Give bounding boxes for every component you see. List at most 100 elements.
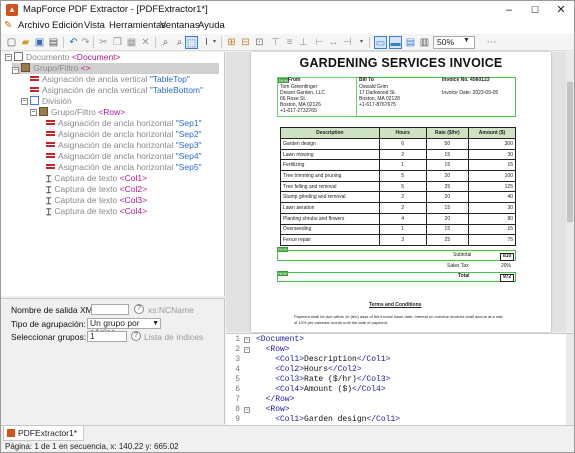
fold-toggle-icon[interactable]: −	[244, 347, 250, 353]
pdf-extractor-file-icon	[7, 429, 15, 437]
status-bar: Página: 1 de 1 en secuencia, x: 140.22 y…	[1, 441, 574, 452]
collapse-toggle[interactable]: −	[12, 67, 19, 74]
insert-anchor-icon[interactable]: ⊡	[253, 36, 266, 49]
paste-icon[interactable]: ▦	[125, 36, 138, 49]
chevron-down-icon[interactable]: ▾	[355, 36, 368, 49]
maximize-button[interactable]: ☐	[522, 1, 548, 19]
new-file-icon[interactable]: ▢	[5, 36, 18, 49]
align-bottom-icon[interactable]: ⊥	[297, 36, 310, 49]
xml-vertical-scrollbar[interactable]	[566, 334, 574, 426]
total-label: Total	[458, 273, 470, 279]
tree-node-col3[interactable]: ⌶ Captura de texto <Col3>	[46, 195, 147, 206]
tree-node-sep4[interactable]: Asignación de ancla horizontal "Sep4"	[46, 151, 202, 162]
close-button[interactable]: ✕	[548, 1, 574, 19]
view-layout-icon[interactable]: ▭	[374, 36, 387, 49]
cut-icon[interactable]: ✂	[97, 36, 110, 49]
align-right-icon[interactable]: ⊣	[341, 36, 354, 49]
cell-rate: 15	[425, 223, 469, 236]
app-menu-icon[interactable]: ✎	[4, 20, 15, 31]
collapse-toggle[interactable]: −	[5, 54, 12, 61]
group-filter-icon	[39, 107, 48, 116]
tree-node-division[interactable]: División	[30, 96, 72, 107]
xml-output-view[interactable]: 1− <Document> 2− <Row> 3 <Col1>Descriptio…	[226, 333, 574, 426]
tree-node-label: Asignación de ancla vertical	[42, 85, 148, 95]
col-header-description: Description	[280, 127, 380, 139]
tree-node-label: Asignación de ancla horizontal	[58, 129, 174, 139]
redo-icon[interactable]: ↷	[79, 36, 92, 49]
tree-node-col1[interactable]: ⌶ Captura de texto <Col1>	[46, 173, 147, 184]
chevron-down-icon[interactable]: ▾	[208, 36, 221, 49]
tree-node-col2[interactable]: ⌶ Captura de texto <Col2>	[46, 184, 147, 195]
cell-description: Overseeding	[280, 223, 380, 236]
help-icon[interactable]: ?	[134, 304, 144, 314]
scroll-up-icon[interactable]	[567, 338, 573, 341]
cell-description: Fence repair	[280, 234, 380, 246]
tree-node-group-filter[interactable]: − Grupo/Filtro <>	[12, 63, 219, 74]
align-top-icon[interactable]: ⊤	[269, 36, 282, 49]
scrollbar-thumb[interactable]	[567, 82, 573, 222]
align-middle-icon[interactable]: ≡	[283, 36, 296, 49]
collapse-toggle[interactable]: −	[30, 109, 37, 116]
tree-node-sep1[interactable]: Asignación de ancla horizontal "Sep1"	[46, 118, 202, 129]
menu-ventanas[interactable]: Ventanas	[160, 20, 200, 31]
table-bottom-anchor-box[interactable]	[277, 272, 516, 282]
view-xml-icon[interactable]: ▤	[404, 36, 417, 49]
cell-description: Stump grinding and removal	[280, 191, 380, 204]
table-row: Fence repair 3 25 75	[280, 234, 517, 246]
view-pdf-icon[interactable]: ▬	[389, 36, 402, 49]
align-left-icon[interactable]: ⊢	[313, 36, 326, 49]
fold-toggle-icon[interactable]: −	[244, 407, 250, 413]
grouping-select[interactable]: Un grupo por página▼	[87, 318, 161, 337]
insert-group-icon[interactable]: ⊞	[225, 36, 238, 49]
subtotal-row-box[interactable]	[277, 250, 516, 261]
table-row: Planting shrubs and flowers 4 20 80	[280, 212, 517, 225]
find-icon[interactable]: ⌕	[159, 36, 172, 49]
tab-pdfextractor1[interactable]: PDFExtractor1*	[3, 426, 85, 441]
xml-name-input[interactable]	[91, 304, 129, 315]
menu-ayuda[interactable]: Ayuda	[198, 20, 225, 31]
help-icon[interactable]: ?	[131, 331, 141, 341]
tree-node-sep2[interactable]: Asignación de ancla horizontal "Sep2"	[46, 129, 202, 140]
horizontal-anchor-icon	[46, 142, 55, 147]
tree-node-col4[interactable]: ⌶ Captura de texto <Col4>	[46, 206, 147, 217]
invoice-table[interactable]: Description Hours Rate ($/hr) Amount ($)…	[280, 127, 517, 246]
select-groups-input[interactable]: 1	[87, 331, 127, 342]
menu-herramientas[interactable]: Herramientas	[109, 20, 166, 31]
align-center-icon[interactable]: ↔	[327, 36, 340, 49]
copy-icon[interactable]: ❐	[111, 36, 124, 49]
chevron-down-icon[interactable]: ▼	[463, 37, 470, 44]
collapse-toggle[interactable]: −	[21, 98, 28, 105]
pdf-page[interactable]: GARDENING SERVICES INVOICE New From Tom …	[251, 52, 551, 332]
subtotal-value: 810	[500, 253, 515, 261]
menu-vista[interactable]: Vista	[84, 20, 105, 31]
select-tool-icon[interactable]: ⬚	[185, 36, 198, 49]
tree-node-sep5[interactable]: Asignación de ancla horizontal "Sep5"	[46, 162, 202, 173]
tree-node-element: <Col1>	[119, 173, 148, 183]
save-icon[interactable]: ▣	[33, 36, 46, 49]
menu-edicion[interactable]: Edición	[52, 20, 83, 31]
line-number: 4	[235, 365, 240, 374]
view-split-icon[interactable]: ▥	[418, 36, 431, 49]
xml-code: <Row>	[256, 405, 290, 414]
tree-node-anchor-top[interactable]: Asignación de ancla vertical "TableTop"	[30, 74, 190, 85]
group-filter-icon	[21, 63, 31, 72]
cell-amount: 30	[467, 202, 517, 214]
menu-archivo[interactable]: Archivo	[18, 20, 50, 31]
minimize-button[interactable]: –	[496, 1, 522, 19]
delete-icon[interactable]: ✕	[139, 36, 152, 49]
tree-node-document[interactable]: Documento <Document>	[14, 52, 121, 63]
fold-toggle-icon[interactable]: −	[244, 337, 250, 343]
tree-node-value: "Sep5"	[175, 162, 202, 172]
cell-hours: 2	[378, 202, 427, 214]
vertical-scrollbar[interactable]	[566, 52, 574, 332]
tree-node-sep3[interactable]: Asignación de ancla horizontal "Sep3"	[46, 140, 202, 151]
chevron-down-icon: ▼	[152, 320, 159, 327]
col-header-amount: Amount ($)	[467, 127, 517, 139]
tree-node-row-group[interactable]: Grupo/Filtro <Row>	[39, 107, 125, 118]
insert-split-icon[interactable]: ⊟	[239, 36, 252, 49]
tree-node-anchor-bottom[interactable]: Asignación de ancla vertical "TableBotto…	[30, 85, 203, 96]
toolbar-options-icon[interactable]: ⋯	[485, 36, 498, 49]
save-all-icon[interactable]: ▤	[47, 36, 60, 49]
cell-amount: 100	[467, 170, 517, 182]
open-folder-icon[interactable]: ▰	[19, 36, 32, 49]
